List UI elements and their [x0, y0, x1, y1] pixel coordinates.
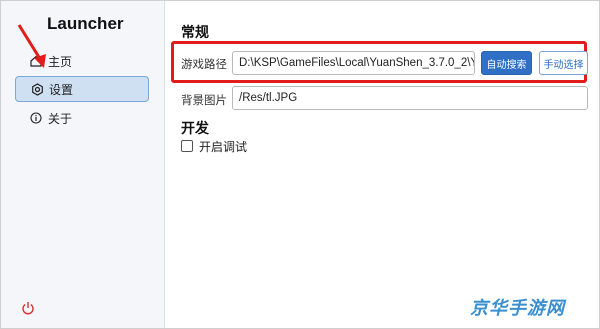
annotation-arrow-icon [17, 24, 46, 68]
app-title: Launcher [47, 14, 124, 33]
auto-search-button[interactable]: 自动搜索 [481, 51, 532, 75]
power-icon[interactable] [21, 301, 35, 315]
sidebar-item-settings[interactable]: 设置 [15, 76, 149, 102]
manual-select-button[interactable]: 手动选择 [539, 51, 588, 75]
sidebar-item-label: 设置 [49, 82, 74, 97]
sidebar-item-about[interactable]: 关于 [15, 105, 149, 131]
background-image-label: 背景图片 [181, 93, 227, 107]
general-section-title: 常规 [181, 25, 209, 41]
background-image-input[interactable]: /Res/tl.JPG [232, 86, 588, 110]
watermark-logo: 京华手游网 [470, 298, 565, 319]
game-path-input[interactable]: D:\KSP\GameFiles\Local\YuanShen_3.7.0_2\… [232, 51, 475, 75]
sidebar-item-label: 关于 [48, 111, 73, 126]
debug-checkbox[interactable] [181, 140, 193, 152]
info-icon [29, 111, 43, 125]
debug-checkbox-label: 开启调试 [199, 140, 248, 154]
dev-section-title: 开发 [181, 121, 209, 137]
game-path-label: 游戏路径 [181, 57, 227, 71]
settings-icon [30, 82, 44, 96]
